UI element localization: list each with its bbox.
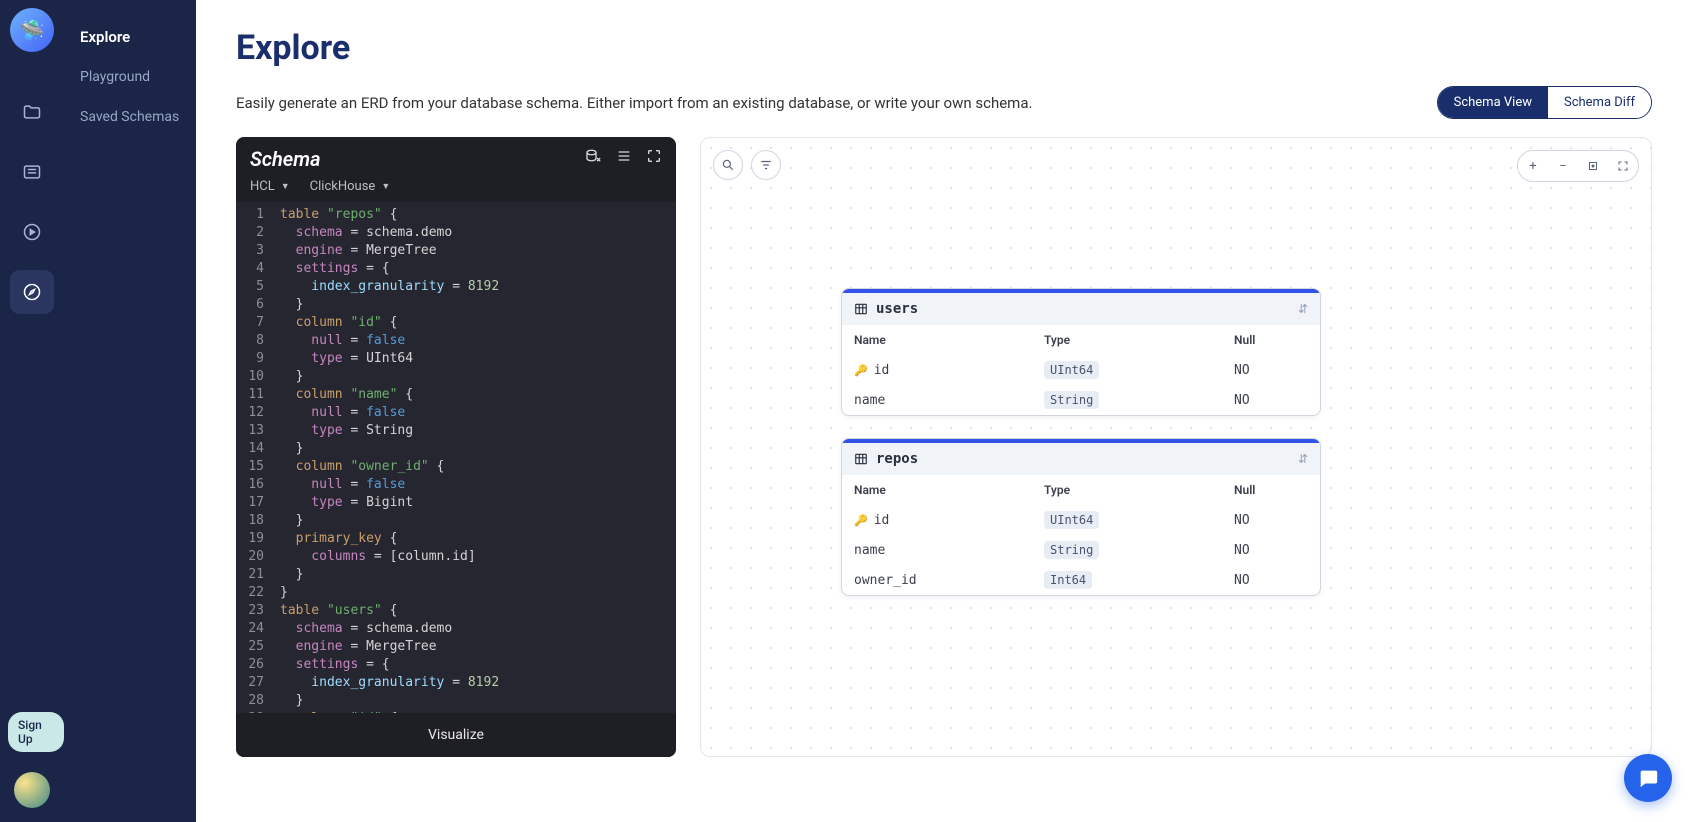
code-area[interactable]: 1234567891011121314151617181920212223242… <box>236 202 676 713</box>
format-icon[interactable] <box>616 148 632 170</box>
list-icon[interactable] <box>10 150 54 194</box>
table-row[interactable]: 🔑idUInt64NO <box>842 505 1320 535</box>
folder-icon[interactable] <box>10 90 54 134</box>
icon-rail: 🛸 Sign Up <box>0 0 64 822</box>
tab-schema-view[interactable]: Schema View <box>1438 87 1548 118</box>
table-row[interactable]: owner_idInt64NO <box>842 565 1320 595</box>
erd-table-users[interactable]: users⇵NameTypeNull🔑idUInt64NOnameStringN… <box>841 288 1321 416</box>
zoom-out-icon[interactable]: − <box>1550 153 1576 179</box>
collapse-icon[interactable]: ⇵ <box>1298 302 1308 316</box>
filter-icon[interactable] <box>751 150 781 180</box>
page-subtitle: Easily generate an ERD from your databas… <box>236 94 1032 112</box>
table-row[interactable]: nameStringNO <box>842 535 1320 565</box>
visualize-button[interactable]: Visualize <box>236 713 676 757</box>
sidenav-title: Explore <box>64 16 196 58</box>
line-gutter: 1234567891011121314151617181920212223242… <box>236 202 272 713</box>
chat-icon[interactable] <box>1624 754 1672 802</box>
table-row[interactable]: nameStringNO <box>842 385 1320 415</box>
dialect-dropdown[interactable]: ClickHouse▼ <box>310 179 391 194</box>
logo[interactable]: 🛸 <box>10 8 54 52</box>
editor-title: Schema <box>250 147 321 171</box>
view-toggle: Schema View Schema Diff <box>1437 86 1652 119</box>
chevron-down-icon: ▼ <box>281 181 290 192</box>
main: Explore Easily generate an ERD from your… <box>196 0 1692 822</box>
zoom-in-icon[interactable]: + <box>1520 153 1546 179</box>
code-lines: table "repos" { schema = schema.demo eng… <box>272 202 507 713</box>
collapse-icon[interactable]: ⇵ <box>1298 452 1308 466</box>
signup-button[interactable]: Sign Up <box>8 712 64 752</box>
table-name: repos <box>854 451 918 467</box>
erd-canvas[interactable]: + − users⇵NameTypeNull🔑idUInt64NOnameStr… <box>700 137 1652 757</box>
play-icon[interactable] <box>10 210 54 254</box>
table-name: users <box>854 301 918 317</box>
expand-icon[interactable] <box>646 148 662 170</box>
import-icon[interactable] <box>584 148 602 170</box>
table-row[interactable]: 🔑idUInt64NO <box>842 355 1320 385</box>
erd-table-repos[interactable]: repos⇵NameTypeNull🔑idUInt64NOnameStringN… <box>841 438 1321 596</box>
key-icon: 🔑 <box>854 364 868 377</box>
schema-editor: Schema HCL▼ Click <box>236 137 676 757</box>
sidenav-item-saved[interactable]: Saved Schemas <box>64 98 196 138</box>
chevron-down-icon: ▼ <box>381 181 390 192</box>
page-title: Explore <box>236 28 1652 68</box>
lang-dropdown[interactable]: HCL▼ <box>250 179 290 194</box>
search-icon[interactable] <box>713 150 743 180</box>
tab-schema-diff[interactable]: Schema Diff <box>1548 87 1651 118</box>
fit-icon[interactable] <box>1580 153 1606 179</box>
sidenav-item-playground[interactable]: Playground <box>64 58 196 98</box>
avatar[interactable] <box>14 772 50 808</box>
key-icon: 🔑 <box>854 514 868 527</box>
compass-icon[interactable] <box>10 270 54 314</box>
side-nav: Explore Playground Saved Schemas <box>64 0 196 822</box>
fullscreen-icon[interactable] <box>1610 153 1636 179</box>
